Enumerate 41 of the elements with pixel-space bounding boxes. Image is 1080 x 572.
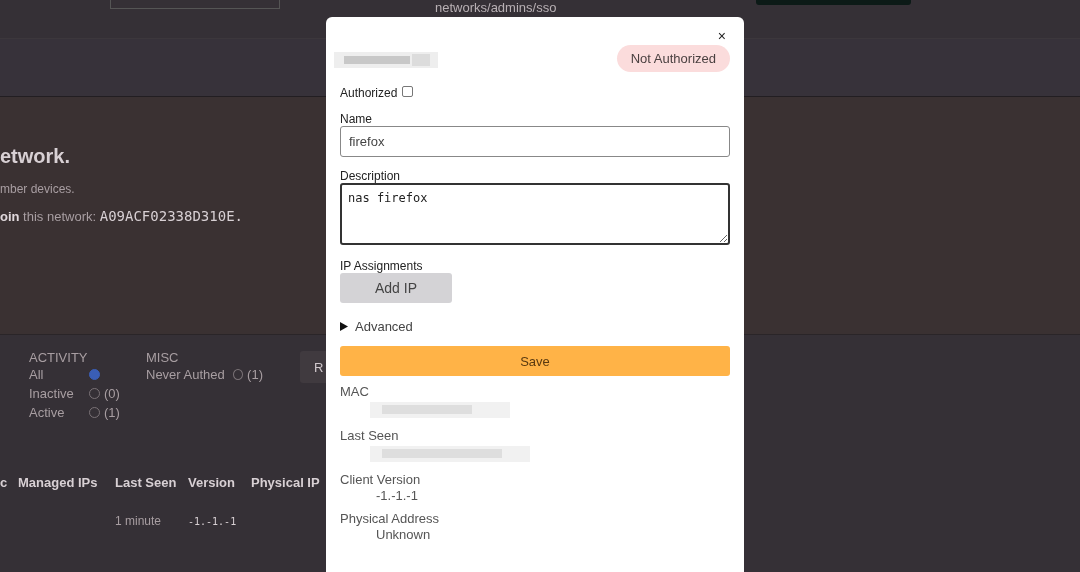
name-field[interactable]: firefox [340,126,730,157]
filter-title: ACTIVITY [29,351,89,365]
filter-title: MISC [146,351,180,365]
network-heading: etwork. [0,145,71,168]
network-id: A09ACF02338D310E. [99,208,243,224]
status-badge: Not Authorized [616,45,730,72]
filter-count: (1) [104,405,120,420]
advanced-toggle[interactable]: Advanced [355,319,413,334]
table-cell-text: -1.-1.-1 [188,515,238,528]
table-cell-text: 1 minute [115,514,163,528]
checkbox[interactable] [402,85,414,97]
filter-label: All [29,367,45,382]
column-header: Physical IP [251,475,321,490]
network-path: networks/admins/sso [435,0,557,15]
description-field[interactable]: nas firefox [340,183,730,245]
detail-label: Last Seen [340,428,400,444]
field-label: Name [340,112,373,126]
field-label: IP Assignments [340,259,424,273]
detail-label: MAC [340,384,370,400]
detail-label: Physical Address [340,511,440,527]
join-text: oin this network: [0,209,98,224]
column-header: Last Seen [115,475,178,490]
save-button[interactable]: Save [340,346,730,376]
filter-count: (1) [247,367,263,382]
filter-count: (0) [104,386,120,401]
disclosure-triangle-icon[interactable] [340,322,348,331]
filter-label: Never Authed [146,367,226,382]
filter-label: Inactive [29,386,75,401]
subtitle-text: mber devices. [0,182,75,196]
add-ip-button[interactable]: Add IP [340,273,452,303]
column-header: c [0,475,9,490]
field-label: Description [340,169,402,183]
detail-label: Client Version [340,472,422,488]
filter-label: Active [29,405,66,420]
column-header: Version [188,475,236,490]
detail-value: -1.-1.-1 [376,488,419,503]
detail-value: Unknown [376,527,432,542]
column-header: Managed IPs [18,475,99,490]
close-button[interactable]: × [713,29,730,43]
field-label: Authorized [340,86,398,100]
radio-button[interactable] [89,369,100,380]
